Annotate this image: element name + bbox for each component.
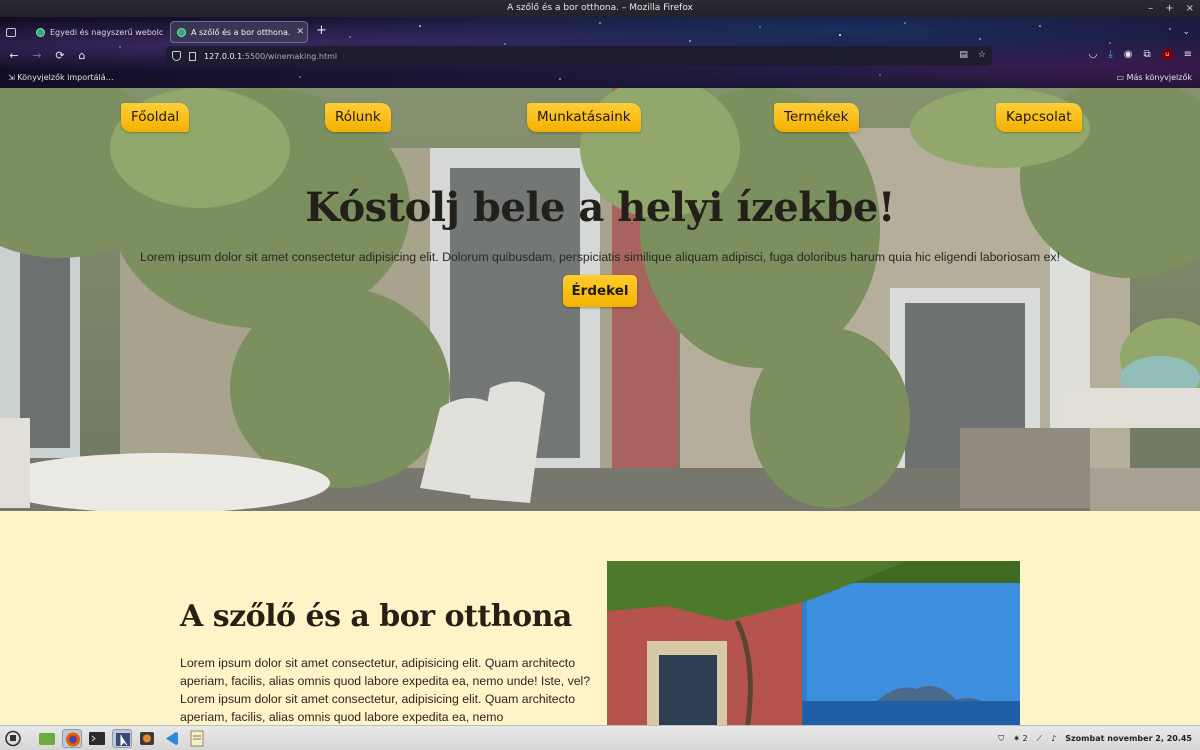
updates-icon[interactable]: ✷ 2: [1013, 734, 1027, 743]
text-editor-icon[interactable]: [187, 729, 207, 748]
close-tab-icon[interactable]: ✕: [163, 27, 166, 37]
favicon-icon: [36, 27, 45, 37]
url-actions: ▤ ☆: [959, 50, 986, 60]
os-taskbar: ⛉ ✷ 2 ⟋ ♪ Szombat november 2, 20.45: [0, 725, 1200, 750]
nav-link-contact[interactable]: Kapcsolat: [996, 103, 1082, 132]
tab-overflow-icon[interactable]: ⌄: [1182, 27, 1190, 37]
new-tab-button[interactable]: +: [316, 23, 327, 38]
window-titlebar: A szőlő és a bor otthona. – Mozilla Fire…: [0, 0, 1200, 17]
page-viewport: Főoldal Rólunk Munkatásaink Termékek Kap…: [0, 88, 1200, 725]
clock[interactable]: Szombat november 2, 20.45: [1065, 734, 1192, 743]
tab-list-icon[interactable]: [6, 28, 16, 37]
bookmark-import[interactable]: ⇲ Könyvjelzők importálá…: [8, 73, 114, 82]
import-icon: ⇲: [8, 73, 18, 82]
screenshot-tool-icon[interactable]: [112, 729, 132, 748]
download-icon[interactable]: ⤓: [1108, 49, 1112, 60]
hero-title: Kóstolj bele a helyi ízekbe!: [305, 184, 895, 231]
tab-active[interactable]: A szőlő és a bor otthona. ✕: [170, 21, 308, 43]
menu-icon[interactable]: ≡: [1184, 49, 1192, 60]
extensions-icon[interactable]: ⧉: [1143, 49, 1150, 60]
nav-link-home[interactable]: Főoldal: [121, 103, 190, 132]
close-tab-icon[interactable]: ✕: [290, 27, 304, 37]
folder-icon: ▭: [1116, 73, 1127, 82]
reload-button[interactable]: ⟳: [52, 48, 68, 64]
files-icon[interactable]: [37, 729, 57, 748]
tab-inactive[interactable]: Egyedi és nagyszerű webolc ✕: [30, 21, 166, 43]
about-title: A szőlő és a bor otthona: [180, 599, 572, 634]
network-icon[interactable]: ⟋: [1037, 734, 1043, 744]
vscode-icon[interactable]: [162, 729, 182, 748]
account-icon[interactable]: ◉: [1124, 49, 1133, 60]
bookmarks-bar: ⇲ Könyvjelzők importálá… ▭ Más könyvjelz…: [0, 71, 1200, 87]
page-info-icon[interactable]: [189, 51, 196, 61]
media-player-icon[interactable]: [137, 729, 157, 748]
url-path: :5500/winemaking.html: [242, 51, 338, 61]
nav-link-about[interactable]: Rólunk: [325, 103, 391, 132]
security-shield-icon[interactable]: ⛉: [998, 734, 1004, 744]
tracking-shield-icon[interactable]: [172, 51, 181, 61]
tab-strip: Egyedi és nagyszerű webolc ✕ A szőlő és …: [0, 21, 1200, 43]
navigation-toolbar: ← → ⟳ ⌂ 127.0.0.1 :5500/winemaking.html …: [0, 45, 1200, 67]
bookmark-star-icon[interactable]: ☆: [978, 50, 986, 60]
browser-chrome: Egyedi és nagyszerű webolc ✕ A szőlő és …: [0, 17, 1200, 88]
window-controls: – + ×: [1148, 0, 1194, 17]
system-tray: ⛉ ✷ 2 ⟋ ♪ Szombat november 2, 20.45: [998, 726, 1192, 750]
tab-label: Egyedi és nagyszerű webolc: [50, 27, 164, 37]
url-host: 127.0.0.1: [204, 51, 243, 61]
toolbar-icons: ◡ ⤓ ◉ ⧉ u ≡: [1089, 49, 1192, 60]
maximize-button[interactable]: +: [1165, 0, 1173, 17]
about-text: Lorem ipsum dolor sit amet consectetur, …: [180, 656, 591, 724]
back-button[interactable]: ←: [6, 48, 22, 64]
volume-icon[interactable]: ♪: [1051, 734, 1056, 743]
about-section: A szőlő és a bor otthona Lorem ipsum dol…: [0, 511, 1200, 725]
hero-text: Lorem ipsum dolor sit amet consectetur a…: [140, 250, 1060, 264]
other-bookmarks[interactable]: ▭ Más könyvjelzők: [1117, 73, 1193, 82]
pocket-icon[interactable]: ◡: [1089, 49, 1098, 60]
interest-button[interactable]: Érdekel: [563, 275, 637, 307]
site-nav: Főoldal Rólunk Munkatásaink Termékek Kap…: [0, 103, 1200, 133]
firefox-icon[interactable]: [62, 729, 82, 748]
favicon-icon: [177, 27, 186, 37]
terminal-icon[interactable]: [87, 729, 107, 748]
forward-button[interactable]: →: [29, 48, 45, 64]
reader-view-icon[interactable]: ▤: [959, 50, 968, 60]
hero-section: Főoldal Rólunk Munkatásaink Termékek Kap…: [0, 88, 1200, 511]
tab-label: A szőlő és a bor otthona.: [191, 27, 291, 37]
villa-sea-photo: [607, 561, 1020, 725]
start-menu-icon[interactable]: [3, 729, 23, 748]
window-title: A szőlő és a bor otthona. – Mozilla Fire…: [507, 3, 693, 13]
close-window-button[interactable]: ×: [1186, 0, 1194, 17]
nav-link-team[interactable]: Munkatásaink: [527, 103, 641, 132]
home-button[interactable]: ⌂: [74, 48, 90, 64]
url-bar[interactable]: 127.0.0.1 :5500/winemaking.html ▤ ☆: [166, 46, 992, 66]
minimize-button[interactable]: –: [1148, 0, 1153, 17]
nav-link-products[interactable]: Termékek: [774, 103, 859, 132]
ublock-icon[interactable]: u: [1161, 49, 1173, 60]
